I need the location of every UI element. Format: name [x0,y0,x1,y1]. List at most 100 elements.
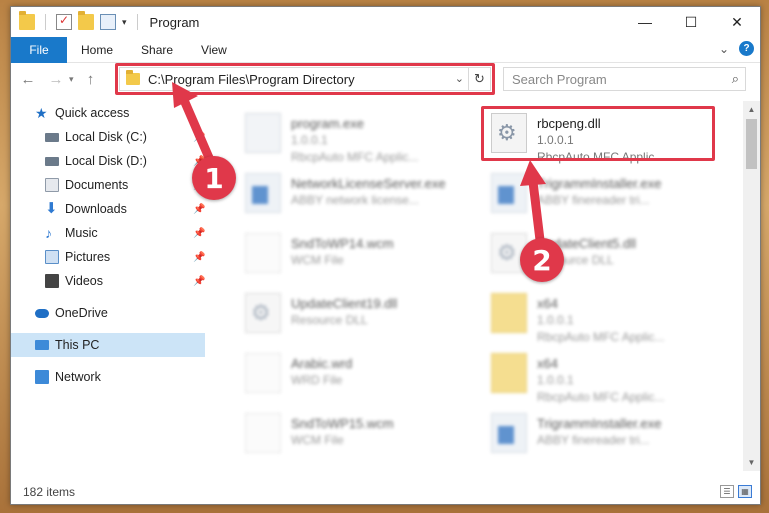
sidebar-item-network[interactable]: Network [11,365,205,389]
list-item[interactable]: UpdateClient5.dllResource DLL [483,227,723,279]
pin-icon[interactable]: 📌 [193,132,205,143]
tiles-view-icon[interactable]: ▦ [738,485,752,498]
drive-icon [45,156,59,166]
search-placeholder: Search Program [512,71,607,87]
search-icon[interactable]: ⌕ [732,71,739,87]
maximize-button[interactable]: ☐ [668,7,714,37]
list-item[interactable]: x64 1.0.0.1 RbcpAuto MFC Applic... [483,347,723,404]
back-button[interactable]: ← [17,71,39,88]
computer-icon [35,340,49,350]
list-item[interactable]: TrigrammInstaller.exe ABBY finereader tri… [483,167,723,219]
documents-icon [45,178,59,192]
list-item[interactable]: UpdateClient19.dll Resource DLL [237,287,477,339]
quick-access-toolbar: ▾ [11,11,142,30]
sidebar-item-this-pc[interactable]: This PC [11,333,205,357]
scroll-thumb[interactable] [746,119,757,169]
sidebar-item-label: Local Disk (C:) [65,130,147,144]
sidebar-item-downloads[interactable]: ⬇ Downloads 📌 [11,197,205,221]
help-icon[interactable]: ? [739,41,754,56]
tab-share[interactable]: Share [127,37,187,63]
dll-gear-icon [245,293,281,333]
sidebar-item-music[interactable]: ♪ Music 📌 [11,221,205,245]
executable-icon [491,413,527,453]
music-icon: ♪ [45,225,52,241]
pin-icon[interactable]: 📌 [193,252,205,263]
file-name: TrigrammInstaller.exe [537,176,662,191]
step-badge-1: 1 [192,156,236,200]
list-item[interactable]: SndToWP14.wcm WCM File [237,227,477,279]
tab-file[interactable]: File [11,36,67,63]
address-highlight-box [115,63,495,95]
sidebar-item-label: This PC [55,338,100,352]
sidebar-item-local-disk-d[interactable]: Local Disk (D:) 📌 [11,149,205,173]
forward-button[interactable]: → [45,71,67,88]
sidebar-item-label: OneDrive [55,306,108,320]
scroll-down-icon[interactable]: ▼ [743,454,760,471]
drive-icon [45,132,59,142]
chevron-down-icon[interactable]: ▾ [122,17,127,28]
pin-icon[interactable]: 📌 [193,204,205,215]
sidebar-item-local-disk-c[interactable]: Local Disk (C:) 📌 [11,125,205,149]
network-icon [35,370,49,384]
file-description: ABBY network license... [291,193,419,207]
sidebar-item-label: Quick access [55,106,130,120]
cloud-icon [35,308,49,318]
file-version: 1.0.0.1 [537,313,574,327]
file-version: 1.0.0.1 [537,373,574,387]
search-input[interactable]: Search Program ⌕ [503,67,746,91]
vertical-scrollbar[interactable]: ▲ ▼ [743,101,760,471]
sidebar-item-videos[interactable]: Videos 📌 [11,269,205,293]
up-button[interactable]: ↑ [80,71,102,88]
expand-ribbon-icon[interactable]: ⌄ [719,42,729,56]
item-count: 182 items [23,485,76,499]
file-type: WCM File [291,433,344,447]
folder-icon [491,353,527,393]
pin-icon[interactable]: 📌 [193,228,205,239]
sidebar-item-label: Videos [65,274,103,288]
list-item[interactable]: NetworkLicenseServer.exe ABBY network lic… [237,167,477,219]
file-name: program.exe [291,116,364,131]
file-description: ABBY finereader tri... [537,433,650,447]
file-version: 1.0.0.1 [291,133,328,147]
list-item[interactable]: x64 1.0.0.1 RbcpAuto MFC Applic... [483,287,723,344]
file-description: RbcpAuto MFC Applic... [537,390,665,404]
file-description: RbcpAuto MFC Applic... [537,330,665,344]
file-name: UpdateClient19.dll [291,296,398,311]
scroll-up-icon[interactable]: ▲ [743,101,760,118]
details-view-icon[interactable]: ☰ [720,485,734,498]
list-item[interactable]: SndToWP15.wcm WCM File [237,407,477,459]
videos-icon [45,274,59,288]
sidebar-item-label: Local Disk (D:) [65,154,147,168]
tab-view[interactable]: View [187,37,241,63]
file-type: WRD File [291,373,343,387]
new-folder-icon[interactable] [78,11,94,30]
star-icon: ★ [35,105,48,121]
executable-icon [491,173,527,213]
sidebar-item-onedrive[interactable]: OneDrive [11,301,205,325]
sidebar-item-documents[interactable]: Documents 📌 [11,173,205,197]
list-item[interactable]: Arabic.wrd WRD File [237,347,477,399]
pin-icon[interactable]: 📌 [193,276,205,287]
list-item[interactable]: program.exe 1.0.0.1 RbcpAuto MFC Applic... [237,107,477,164]
minimize-button[interactable]: — [622,7,668,37]
explorer-window: ▾ Program — ☐ ✕ File Home Share View ⌄ ?… [10,6,761,505]
list-item[interactable]: TrigrammInstaller.exe ABBY finereader tri… [483,407,723,459]
view-toggle: ☰ ▦ [720,485,752,498]
sidebar-item-pictures[interactable]: Pictures 📌 [11,245,205,269]
recent-locations-icon[interactable]: ▾ [69,74,74,85]
sidebar-item-quick-access[interactable]: ★ Quick access [11,101,205,125]
file-type: WCM File [291,253,344,267]
sidebar-item-label: Network [55,370,101,384]
properties-check-icon[interactable] [56,13,72,30]
customize-icon[interactable] [100,14,116,30]
document-icon [245,353,281,393]
close-button[interactable]: ✕ [714,7,760,37]
document-icon [245,413,281,453]
tab-home[interactable]: Home [67,37,127,63]
sidebar-item-label: Pictures [65,250,111,264]
file-name: SndToWP14.wcm [291,236,394,251]
navigation-bar: ← → ▾ ↑ C:\Program Files\Program Directo… [11,63,760,95]
ribbon-tabs: File Home Share View ⌄ ? [11,36,760,63]
step-badge-2: 2 [520,238,564,282]
file-name: TrigrammInstaller.exe [537,416,662,431]
